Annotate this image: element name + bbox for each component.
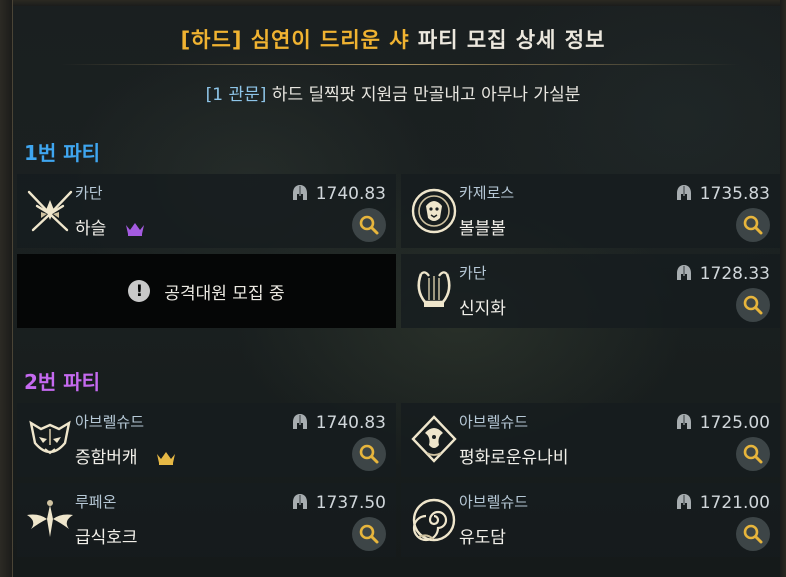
item-level: 1735.83 [676,184,770,204]
party-member-card[interactable]: 아브렐슈드 유도담 1721.00 [401,483,780,557]
dragon-shield-emblem-icon [411,415,457,463]
search-icon [743,215,763,235]
party-member-card[interactable]: 카단 하슬 1740.83 [17,174,396,248]
view-detail-button[interactable] [352,437,386,471]
member-class: 카단 [75,184,103,202]
lion-crest-emblem-icon [411,188,457,234]
view-detail-button[interactable] [352,208,386,242]
member-name-text: 평화로운유나비 [459,448,569,468]
member-class: 아브렐슈드 [75,413,145,431]
helmet-icon [292,494,307,509]
title-divider [60,64,740,65]
item-level-value: 1728.33 [699,264,770,284]
member-class: 카단 [459,264,487,282]
member-name: 볼블볼 [459,214,506,239]
item-level-value: 1725.00 [699,413,770,433]
member-name-text: 신지화 [459,299,506,319]
member-name: 평화로운유나비 [459,443,568,468]
helmet-icon [676,265,691,280]
helmet-icon [292,185,307,200]
party-member-card[interactable]: 카단 신지화 1728.33 [401,254,780,328]
search-icon [359,444,379,464]
search-icon [359,524,379,544]
recruit-subtitle: [1 관문] 하드 딜찍팟 지원금 만골내고 아무나 가실분 [0,80,786,105]
title-suffix: 파티 모집 상세 정보 [417,28,606,52]
item-level: 1725.00 [676,413,770,433]
helmet-icon [676,494,691,509]
winged-hawk-emblem-icon [27,500,73,537]
page-title: [하드] 심연이 드리운 샤 파티 모집 상세 정보 [0,24,786,54]
member-name: 증함버캐 [75,443,177,468]
view-detail-button[interactable] [736,437,770,471]
item-level: 1740.83 [292,184,386,204]
item-level-value: 1735.83 [699,184,770,204]
party-member-card[interactable]: 아브렐슈드 평화로운유나비 1725.00 [401,403,780,477]
item-level-value: 1737.50 [315,493,386,513]
helmet-icon [676,185,691,200]
search-icon [743,295,763,315]
member-name-text: 급식호크 [75,528,138,548]
party-member-card[interactable]: 루페온 급식호크 1737.50 [17,483,396,557]
member-name-text: 증함버캐 [75,448,138,468]
party-member-card[interactable]: 아브렐슈드 증함버캐 1740.83 [17,403,396,477]
search-icon [743,524,763,544]
recruiting-text: 공격대원 모집 중 [164,283,285,304]
member-name-text: 볼블볼 [459,219,506,239]
member-name: 유도담 [459,523,506,548]
item-level-value: 1721.00 [699,493,770,513]
item-level: 1728.33 [676,264,770,284]
member-class: 아브렐슈드 [459,493,529,511]
item-level-value: 1740.83 [315,184,386,204]
helmet-icon [292,414,307,429]
item-level: 1740.83 [292,413,386,433]
member-name-text: 유도담 [459,528,506,548]
party-1-header: 1번 파티 [24,141,101,165]
member-class: 카제로스 [459,184,515,202]
view-detail-button[interactable] [736,208,770,242]
party-leader-crown-icon [156,452,175,465]
helmet-icon [676,414,691,429]
member-name: 급식호크 [75,523,138,548]
spiral-emblem-icon [412,498,456,542]
demon-mask-emblem-icon [29,420,71,455]
item-level: 1737.50 [292,493,386,513]
item-level: 1721.00 [676,493,770,513]
member-name: 신지화 [459,294,506,319]
window-frame-top [0,0,786,6]
party-2-header: 2번 파티 [24,370,101,394]
title-raid-name: [하드] 심연이 드리운 샤 [180,28,410,52]
member-class: 루페온 [75,493,117,511]
member-class: 아브렐슈드 [459,413,529,431]
item-level-value: 1740.83 [315,413,386,433]
member-name: 하슬 [75,214,146,239]
view-detail-button[interactable] [352,517,386,551]
exclamation-icon: ! [128,280,151,302]
search-icon [743,444,763,464]
recruiting-slot[interactable]: ! 공격대원 모집 중 [17,254,396,328]
gate-tag: [1 관문] [205,85,267,105]
kadan-slayer-emblem-icon [27,190,73,232]
search-icon [359,215,379,235]
recruit-message: 하드 딜찍팟 지원금 만골내고 아무나 가실분 [271,85,581,105]
party-leader-crown-icon [125,223,144,236]
party-member-card[interactable]: 카제로스 볼블볼 1735.83 [401,174,780,248]
member-name-text: 하슬 [75,219,107,239]
view-detail-button[interactable] [736,288,770,322]
lyre-bard-emblem-icon [417,271,451,307]
view-detail-button[interactable] [736,517,770,551]
